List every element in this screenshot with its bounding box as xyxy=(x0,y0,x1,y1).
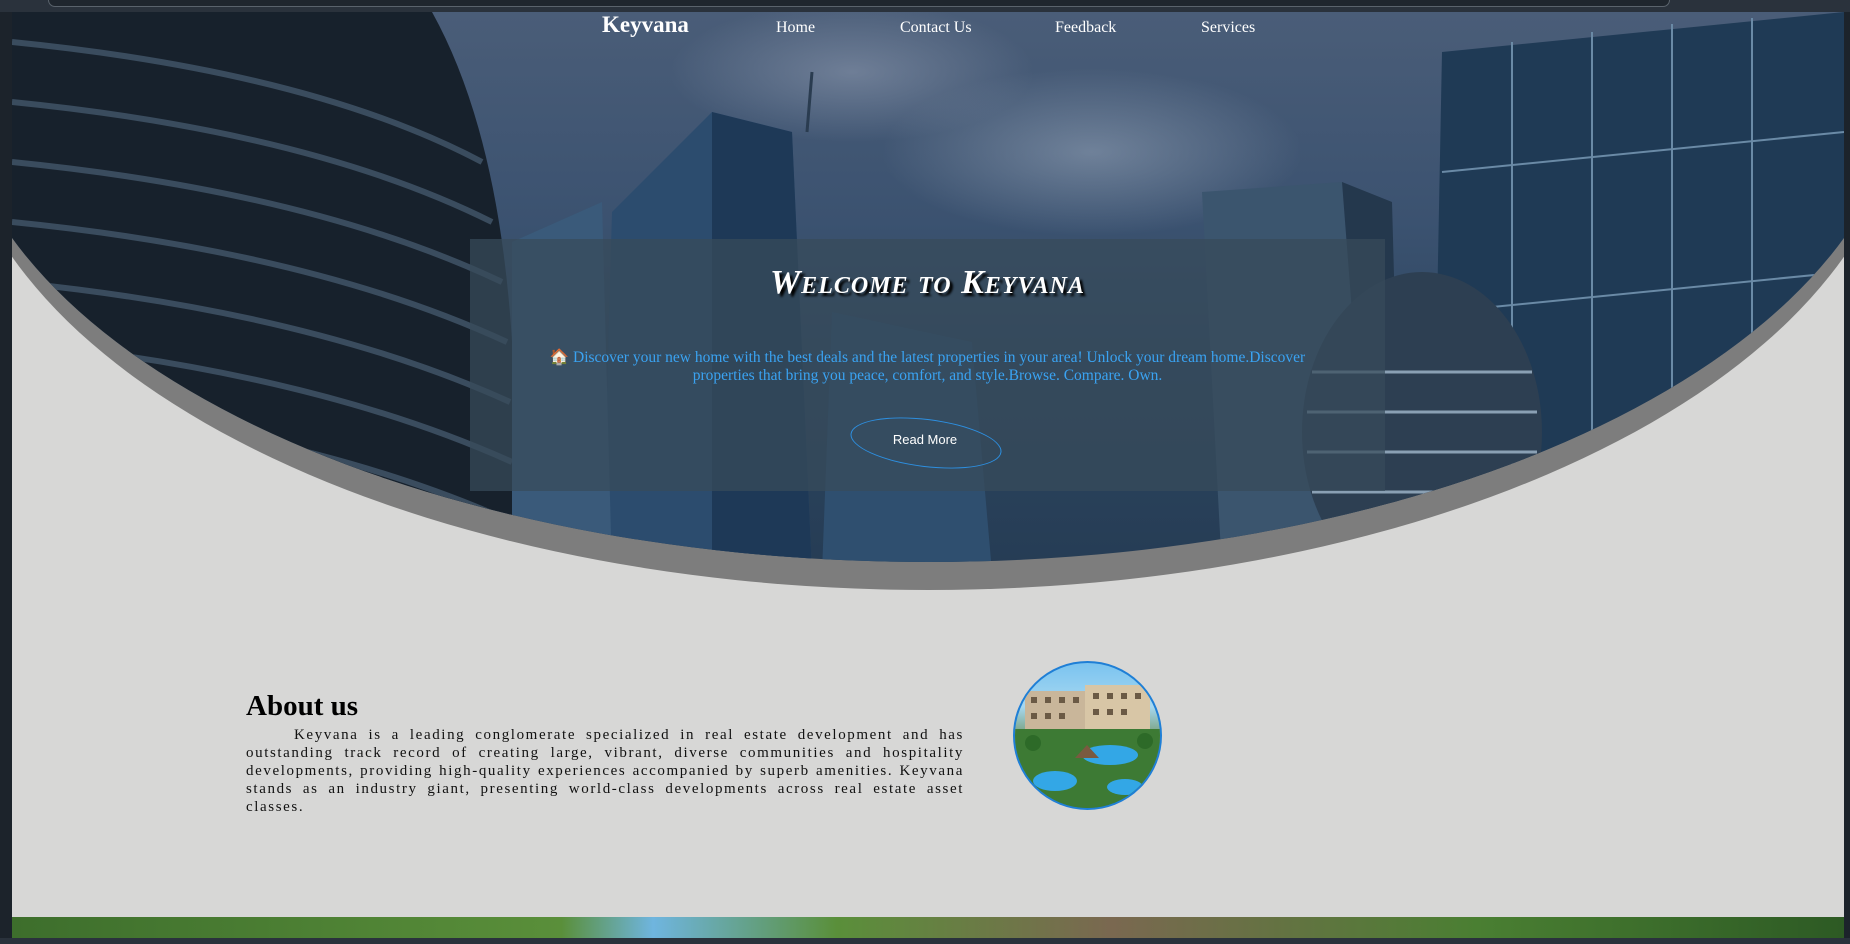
window-frame-right xyxy=(1844,12,1850,938)
welcome-title: Welcome to Keyvana xyxy=(769,264,1086,301)
nav-link-home[interactable]: Home xyxy=(776,19,815,37)
nav-link-services[interactable]: Services xyxy=(1201,19,1255,37)
brand-logo[interactable]: Keyvana xyxy=(602,12,689,38)
read-more-label[interactable]: Read More xyxy=(850,432,1000,447)
top-navigation: Keyvana Home Contact Us Feedback Service… xyxy=(12,12,1844,52)
about-property-image xyxy=(1013,661,1162,810)
nav-link-feedback[interactable]: Feedback xyxy=(1055,19,1116,37)
about-description: Keyvana is a leading conglomerate specia… xyxy=(246,727,964,815)
welcome-panel: Welcome to Keyvana 🏠 Discover your new h… xyxy=(470,239,1385,491)
browser-frame-top xyxy=(48,0,1670,7)
welcome-description: 🏠 Discover your new home with the best d… xyxy=(549,349,1306,384)
window-frame-left xyxy=(0,12,12,938)
page: Keyvana Home Contact Us Feedback Service… xyxy=(12,12,1844,938)
nav-link-contact-us[interactable]: Contact Us xyxy=(900,19,972,37)
hero-section: Keyvana Home Contact Us Feedback Service… xyxy=(12,12,1844,562)
footer-image-strip xyxy=(12,917,1844,938)
about-title: About us xyxy=(246,690,359,722)
resort-illustration xyxy=(1015,685,1160,808)
